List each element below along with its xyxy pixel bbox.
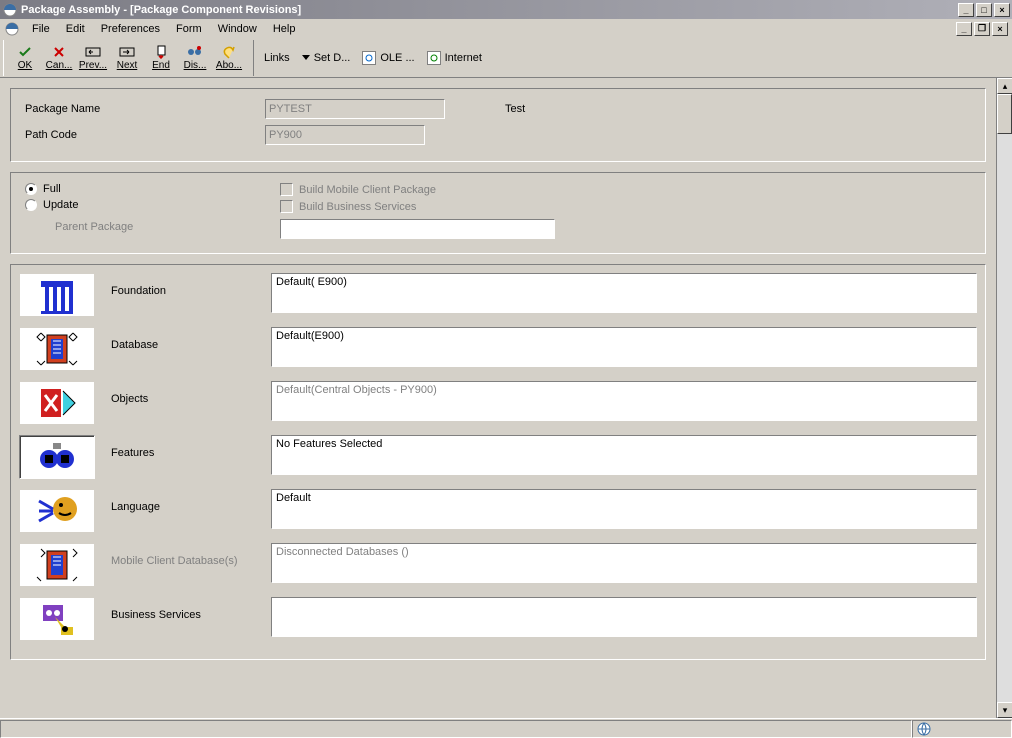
menu-form[interactable]: Form bbox=[168, 21, 210, 37]
titlebar: Package Assembly - [Package Component Re… bbox=[0, 0, 1012, 19]
internet-link[interactable]: Internet bbox=[421, 51, 488, 65]
language-icon[interactable] bbox=[19, 489, 95, 533]
links-label: Links bbox=[258, 52, 296, 64]
display-icon bbox=[187, 44, 203, 60]
scroll-thumb[interactable] bbox=[997, 94, 1012, 134]
full-radio-label: Full bbox=[43, 183, 61, 195]
mdi-close-button[interactable]: × bbox=[992, 22, 1008, 36]
package-desc: Test bbox=[505, 103, 525, 115]
menu-edit[interactable]: Edit bbox=[58, 21, 93, 37]
mobile-client-db-icon[interactable] bbox=[19, 543, 95, 587]
display-label: Dis... bbox=[184, 60, 207, 71]
features-value[interactable]: No Features Selected bbox=[271, 435, 977, 475]
mdi-icon bbox=[4, 21, 20, 37]
parent-package-field[interactable] bbox=[280, 219, 555, 239]
prev-label: Prev... bbox=[79, 60, 107, 71]
components-panel: Foundation Default( E900) Database Defau… bbox=[10, 264, 986, 660]
end-button[interactable]: End bbox=[144, 41, 178, 75]
menu-window[interactable]: Window bbox=[210, 21, 265, 37]
language-label: Language bbox=[111, 489, 271, 513]
menu-file[interactable]: File bbox=[24, 21, 58, 37]
objects-icon[interactable] bbox=[19, 381, 95, 425]
ole-link[interactable]: OLE ... bbox=[356, 51, 420, 65]
app-icon bbox=[2, 2, 18, 18]
ole-icon bbox=[362, 51, 376, 65]
build-bss-label: Build Business Services bbox=[299, 201, 416, 213]
close-button[interactable]: × bbox=[994, 3, 1010, 17]
language-value[interactable]: Default bbox=[271, 489, 977, 529]
maximize-button[interactable]: □ bbox=[976, 3, 992, 17]
foundation-icon[interactable] bbox=[19, 273, 95, 317]
cancel-label: Can... bbox=[46, 60, 73, 71]
about-icon bbox=[221, 44, 237, 60]
set-display-link[interactable]: Set D... bbox=[296, 52, 357, 64]
objects-label: Objects bbox=[111, 381, 271, 405]
ok-button[interactable]: OK bbox=[8, 41, 42, 75]
business-services-value[interactable] bbox=[271, 597, 977, 637]
menu-help[interactable]: Help bbox=[265, 21, 304, 37]
parent-package-label: Parent Package bbox=[25, 221, 133, 233]
dropdown-icon bbox=[302, 55, 310, 60]
mobile-client-db-value[interactable]: Disconnected Databases () bbox=[271, 543, 977, 583]
window-title: Package Assembly - [Package Component Re… bbox=[21, 4, 958, 16]
display-button[interactable]: Dis... bbox=[178, 41, 212, 75]
package-name-field[interactable] bbox=[265, 99, 445, 119]
business-services-icon[interactable] bbox=[19, 597, 95, 641]
menu-preferences[interactable]: Preferences bbox=[93, 21, 168, 37]
build-mobile-checkbox[interactable]: Build Mobile Client Package bbox=[280, 183, 555, 196]
prev-icon bbox=[85, 44, 101, 60]
foundation-label: Foundation bbox=[111, 273, 271, 297]
header-panel: Package Name Test Path Code bbox=[10, 88, 986, 162]
cross-icon bbox=[51, 44, 67, 60]
globe-icon bbox=[917, 722, 931, 736]
internet-icon bbox=[427, 51, 441, 65]
mdi-restore-button[interactable]: ❐ bbox=[974, 22, 990, 36]
business-services-label: Business Services bbox=[111, 597, 271, 621]
about-label: Abo... bbox=[216, 60, 242, 71]
cancel-button[interactable]: Can... bbox=[42, 41, 76, 75]
foundation-value[interactable]: Default( E900) bbox=[271, 273, 977, 313]
database-value[interactable]: Default(E900) bbox=[271, 327, 977, 367]
next-icon bbox=[119, 44, 135, 60]
database-icon[interactable] bbox=[19, 327, 95, 371]
next-button[interactable]: Next bbox=[110, 41, 144, 75]
toolbar: OK Can... Prev... Next End Dis... Abo...… bbox=[0, 38, 1012, 78]
update-radio[interactable]: Update bbox=[25, 199, 280, 211]
check-icon bbox=[17, 44, 33, 60]
scroll-up-icon[interactable]: ▴ bbox=[997, 78, 1012, 94]
path-code-field[interactable] bbox=[265, 125, 425, 145]
features-label: Features bbox=[111, 435, 271, 459]
end-label: End bbox=[152, 60, 170, 71]
full-radio[interactable]: Full bbox=[25, 183, 280, 195]
statusbar bbox=[0, 718, 1012, 738]
features-icon[interactable] bbox=[19, 435, 95, 479]
prev-button[interactable]: Prev... bbox=[76, 41, 110, 75]
mdi-minimize-button[interactable]: _ bbox=[956, 22, 972, 36]
update-radio-label: Update bbox=[43, 199, 78, 211]
minimize-button[interactable]: _ bbox=[958, 3, 974, 17]
scroll-down-icon[interactable]: ▾ bbox=[997, 702, 1012, 718]
mobile-client-db-label: Mobile Client Database(s) bbox=[111, 543, 271, 567]
build-mobile-label: Build Mobile Client Package bbox=[299, 184, 436, 196]
next-label: Next bbox=[117, 60, 138, 71]
database-label: Database bbox=[111, 327, 271, 351]
end-icon bbox=[153, 44, 169, 60]
objects-value[interactable]: Default(Central Objects - PY900) bbox=[271, 381, 977, 421]
path-code-label: Path Code bbox=[25, 129, 265, 141]
ok-label: OK bbox=[18, 60, 32, 71]
options-panel: Full Update Parent Package Build Mobile … bbox=[10, 172, 986, 254]
about-button[interactable]: Abo... bbox=[212, 41, 246, 75]
vertical-scrollbar[interactable]: ▴ ▾ bbox=[996, 78, 1012, 718]
menubar: File Edit Preferences Form Window Help _… bbox=[0, 19, 1012, 38]
build-bss-checkbox[interactable]: Build Business Services bbox=[280, 200, 555, 213]
package-name-label: Package Name bbox=[25, 103, 265, 115]
